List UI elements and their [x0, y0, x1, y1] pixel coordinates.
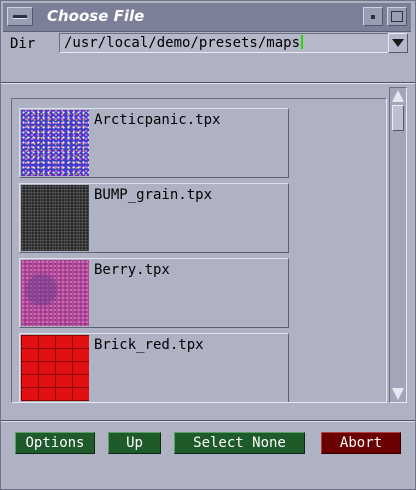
dir-path-text: /usr/local/demo/presets/maps [64, 35, 301, 51]
file-item[interactable]: Berry.tpx [19, 258, 289, 328]
file-thumbnail [21, 260, 89, 326]
file-name: BUMP_grain.tpx [94, 187, 213, 203]
file-name: Berry.tpx [94, 262, 170, 278]
options-button[interactable]: Options [15, 432, 95, 454]
scroll-up-icon[interactable] [392, 90, 404, 102]
scrollbar-thumb[interactable] [392, 105, 404, 131]
window-menu-icon[interactable] [7, 7, 33, 26]
window-title: Choose File [47, 7, 145, 25]
select-none-button[interactable]: Select None [174, 432, 305, 454]
dir-path-field[interactable]: /usr/local/demo/presets/maps [59, 33, 389, 53]
file-thumbnail [21, 335, 89, 401]
file-item[interactable]: Arcticpanic.tpx [19, 108, 289, 178]
title-bar[interactable]: Choose File [3, 3, 411, 32]
file-item[interactable]: BUMP_grain.tpx [19, 183, 289, 253]
dir-dropdown-button[interactable] [388, 33, 408, 53]
up-button[interactable]: Up [108, 432, 161, 454]
file-item[interactable]: Brick_red.tpx [19, 333, 289, 402]
maximize-icon[interactable] [387, 7, 407, 26]
dir-label: Dir [10, 36, 36, 52]
file-thumbnail [21, 185, 89, 251]
divider [1, 82, 415, 84]
vertical-scrollbar[interactable] [389, 87, 407, 403]
file-list: Arcticpanic.tpx BUMP_grain.tpx Berry.tpx… [11, 98, 387, 403]
minimize-icon[interactable] [363, 7, 383, 26]
chevron-down-icon [392, 39, 404, 47]
file-name: Brick_red.tpx [94, 337, 204, 353]
scroll-down-icon[interactable] [392, 388, 404, 400]
divider [1, 420, 415, 422]
file-name: Arcticpanic.tpx [94, 112, 221, 128]
text-caret [301, 35, 304, 49]
file-thumbnail [21, 110, 89, 176]
choose-file-window: Choose File Dir /usr/local/demo/presets/… [0, 0, 416, 490]
abort-button[interactable]: Abort [321, 432, 401, 454]
